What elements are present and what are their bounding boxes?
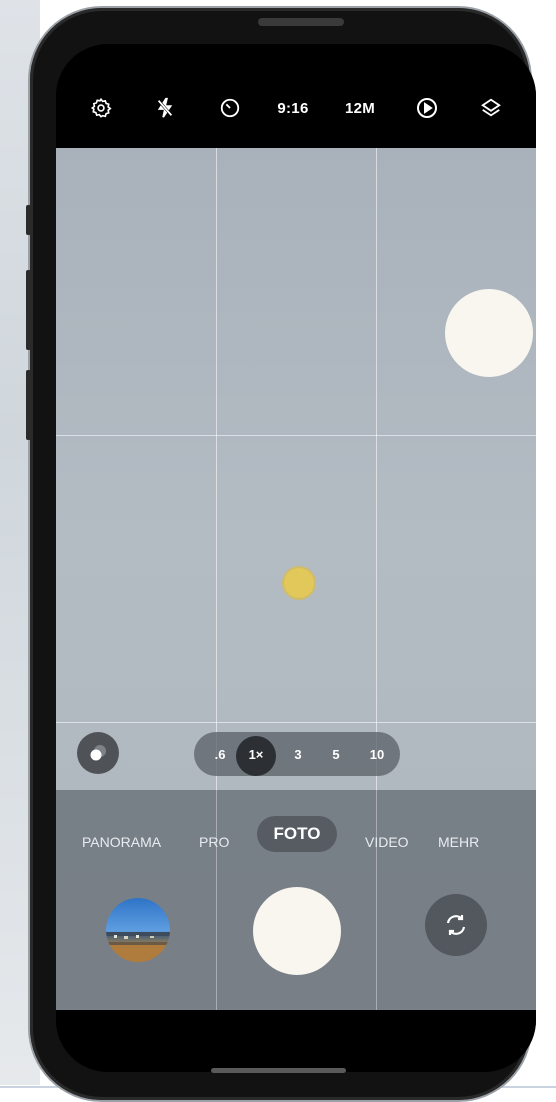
grid-line-horizontal-1 <box>56 435 536 436</box>
phone-screen: 9:16 12M .6 1× 3 5 10 PANORAMA PRO FOTO … <box>56 44 536 1072</box>
resolution-button[interactable]: 12M <box>340 96 380 120</box>
zoom-option-3[interactable]: 3 <box>280 732 316 776</box>
zoom-selector: .6 1× 3 5 10 <box>194 732 400 776</box>
floating-shutter-button[interactable] <box>445 289 533 377</box>
focus-indicator <box>284 568 314 598</box>
filters-icon[interactable] <box>476 96 506 120</box>
shutter-button[interactable] <box>253 887 341 975</box>
home-indicator[interactable] <box>211 1068 346 1073</box>
aspect-ratio-button[interactable]: 9:16 <box>272 96 314 120</box>
mode-video[interactable]: VIDEO <box>365 824 409 860</box>
switch-camera-button[interactable] <box>425 894 487 956</box>
side-button-volume-up <box>26 270 31 350</box>
grid-line-horizontal-2 <box>56 722 536 723</box>
camera-bottom-bar <box>56 1010 536 1072</box>
gallery-thumbnail[interactable] <box>106 898 170 962</box>
grid-line-vertical-2-lower <box>376 790 377 1010</box>
lens-effect-icon <box>90 745 106 761</box>
lens-effect-button[interactable] <box>77 732 119 774</box>
grid-line-vertical-1-lower <box>216 790 217 1010</box>
gallery-thumbnail-image <box>106 932 170 962</box>
side-button-volume-down <box>26 370 31 440</box>
mode-panorama[interactable]: PANORAMA <box>82 824 161 860</box>
camera-bottom-panel: PANORAMA PRO FOTO VIDEO MEHR <box>56 790 536 1010</box>
side-button-action <box>26 205 31 235</box>
zoom-option-0-6[interactable]: .6 <box>202 732 238 776</box>
mode-foto[interactable]: FOTO <box>257 816 337 852</box>
zoom-option-10[interactable]: 10 <box>358 732 396 776</box>
switch-camera-icon <box>446 915 466 935</box>
timer-icon[interactable] <box>216 96 244 120</box>
flash-off-icon[interactable] <box>151 96 179 120</box>
camera-top-bar: 9:16 12M <box>56 44 536 148</box>
zoom-option-1x[interactable]: 1× <box>238 732 274 776</box>
motion-photo-icon[interactable] <box>412 96 442 120</box>
speaker-notch <box>258 18 344 26</box>
mode-mehr[interactable]: MEHR <box>438 824 479 860</box>
settings-gear-icon[interactable] <box>86 96 116 120</box>
mode-pro[interactable]: PRO <box>199 824 229 860</box>
zoom-option-5[interactable]: 5 <box>318 732 354 776</box>
